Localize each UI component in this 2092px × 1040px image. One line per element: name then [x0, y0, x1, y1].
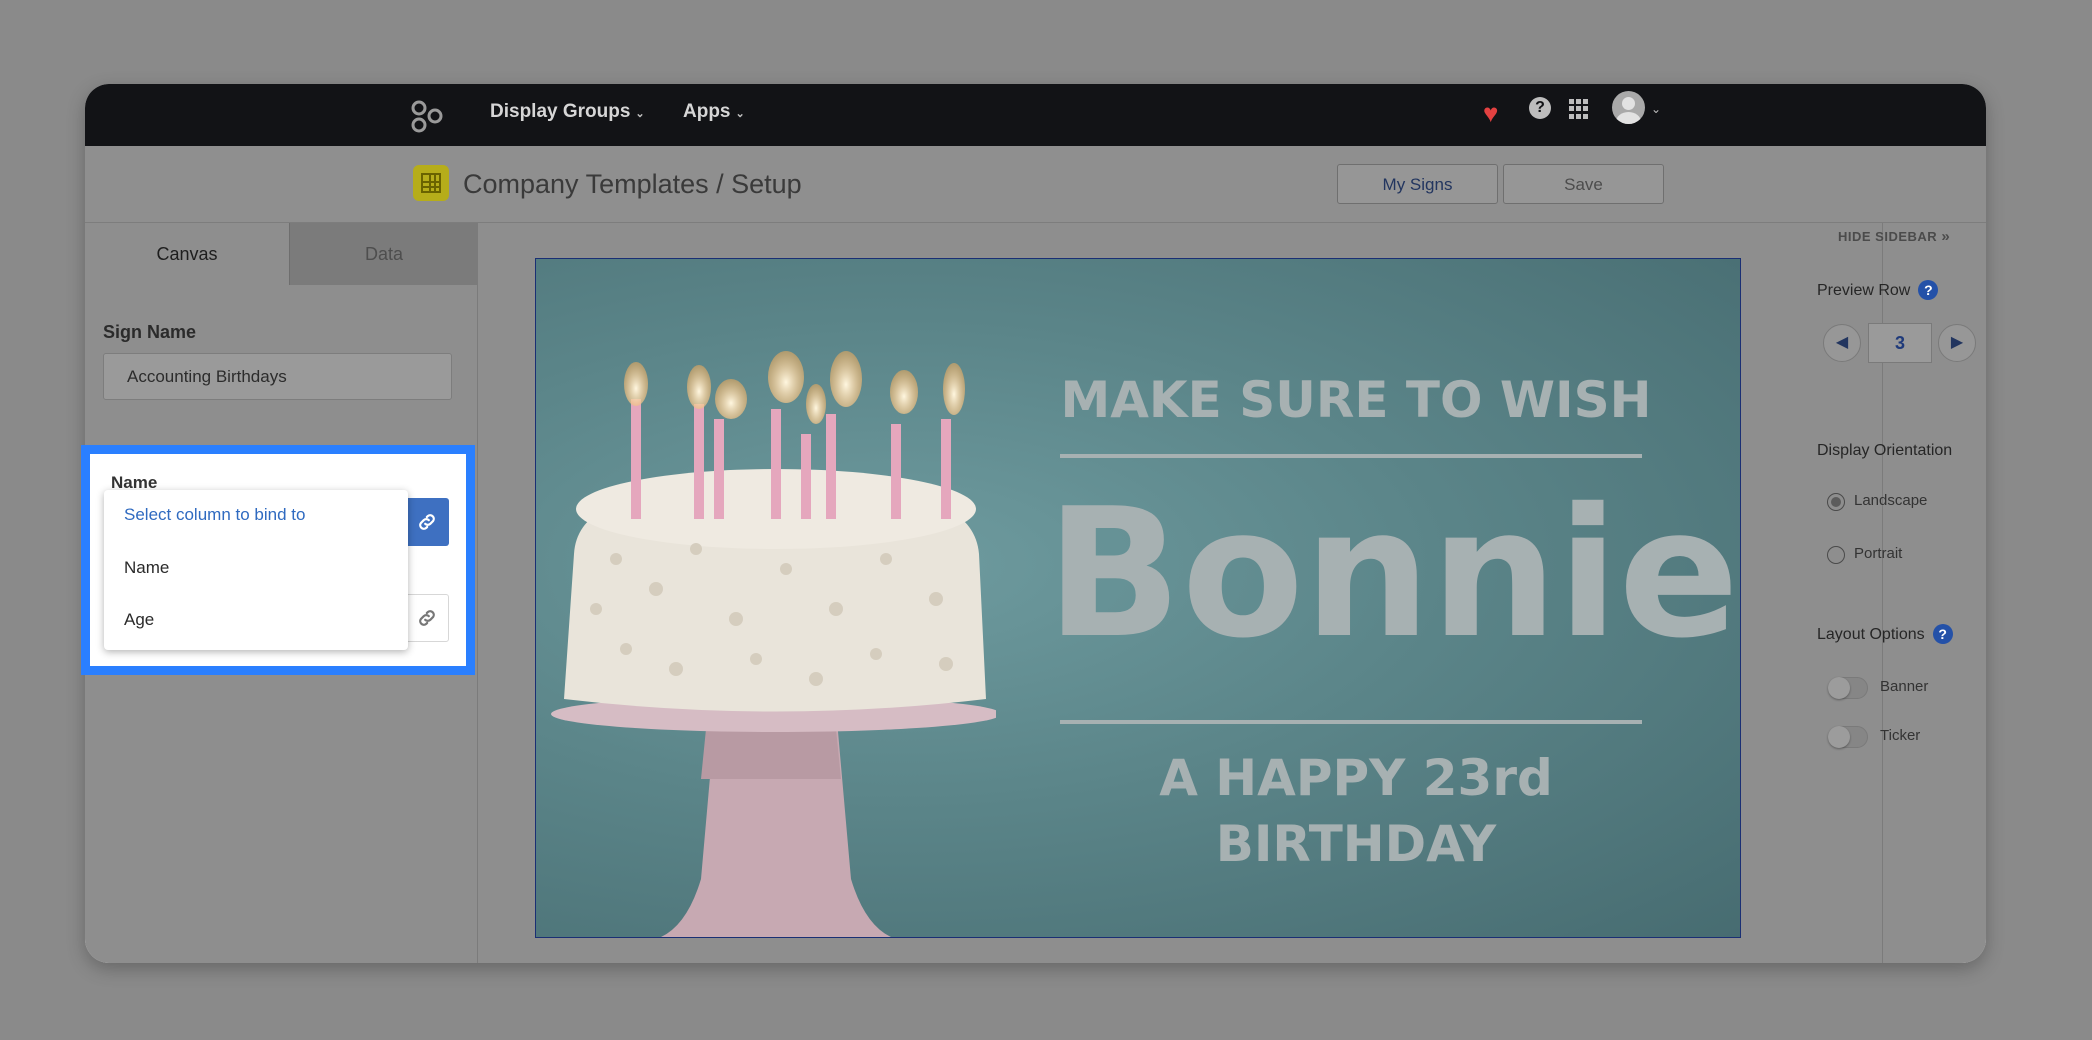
- layout-options-section: Layout Options?: [1817, 624, 1953, 644]
- sign-line-1: MAKE SURE TO WISH: [1060, 371, 1652, 429]
- page-header: Company Templates / Setup My Signs Save: [85, 146, 1986, 223]
- link-icon: [419, 610, 435, 626]
- sign-divider-bottom: [1060, 720, 1642, 724]
- orientation-portrait-label[interactable]: Portrait: [1854, 545, 1902, 562]
- orientation-portrait-radio[interactable]: [1827, 546, 1845, 564]
- help-icon[interactable]: ?: [1918, 280, 1939, 300]
- link-icon: [419, 514, 435, 530]
- birthday-cake-image: [551, 351, 996, 937]
- apps-grid-icon[interactable]: [1569, 99, 1589, 119]
- sign-preview[interactable]: MAKE SURE TO WISH Bonnie A HAPPY 23rd BI…: [535, 258, 1741, 938]
- avatar[interactable]: [1612, 91, 1645, 124]
- display-orientation-label: Display Orientation: [1817, 442, 1953, 459]
- dropdown-option-age[interactable]: Age: [124, 610, 154, 630]
- sign-name-text: Bonnie: [1046, 470, 1740, 677]
- bind-column-button-2[interactable]: [405, 594, 449, 642]
- column-select-dropdown: Select column to bind to Name Age: [104, 490, 408, 650]
- sign-name-input[interactable]: Accounting Birthdays: [103, 353, 452, 400]
- nav-apps-label: Apps: [683, 101, 731, 122]
- bind-column-button[interactable]: [405, 498, 449, 546]
- nav-display-groups-label: Display Groups: [490, 101, 631, 122]
- chevron-down-icon: ⌄: [635, 108, 645, 120]
- tab-canvas[interactable]: Canvas: [85, 223, 289, 285]
- double-chevron-right-icon: »: [1941, 228, 1951, 245]
- heart-icon[interactable]: ♥: [1483, 98, 1498, 129]
- chevron-down-icon[interactable]: ⌄: [1651, 102, 1661, 116]
- sign-divider-top: [1060, 454, 1642, 458]
- preview-row-next-button[interactable]: ▶: [1938, 324, 1976, 362]
- orientation-landscape-label[interactable]: Landscape: [1854, 492, 1927, 509]
- layout-options-label: Layout Options: [1817, 626, 1925, 643]
- page-title: Company Templates / Setup: [463, 169, 802, 199]
- preview-row-value[interactable]: 3: [1868, 323, 1932, 363]
- ticker-toggle-label: Ticker: [1880, 727, 1921, 744]
- orientation-landscape-radio[interactable]: [1827, 493, 1845, 511]
- dropdown-hint[interactable]: Select column to bind to: [124, 505, 305, 525]
- nav-apps[interactable]: Apps ⌄: [683, 101, 745, 123]
- ticker-toggle[interactable]: [1828, 726, 1868, 748]
- sign-name-label: Sign Name: [103, 322, 197, 342]
- help-icon[interactable]: ?: [1529, 97, 1551, 119]
- chevron-down-icon: ⌄: [735, 108, 745, 120]
- hide-sidebar-label: HIDE SIDEBAR: [1838, 229, 1938, 244]
- spreadsheet-app-icon: [413, 165, 449, 201]
- help-icon[interactable]: ?: [1932, 624, 1953, 644]
- dropdown-option-name[interactable]: Name: [124, 558, 169, 578]
- tab-data[interactable]: Data: [289, 223, 478, 285]
- hide-sidebar-button[interactable]: HIDE SIDEBAR »: [1838, 228, 1950, 245]
- caret-left-icon: ◀: [1835, 334, 1849, 351]
- brand-logo-icon[interactable]: [410, 99, 444, 133]
- preview-row-prev-button[interactable]: ◀: [1823, 324, 1861, 362]
- top-navbar: Display Groups ⌄ Apps ⌄ ♥ ? ⌄: [85, 84, 1986, 146]
- banner-toggle-label: Banner: [1880, 678, 1929, 695]
- caret-right-icon: ▶: [1950, 334, 1964, 351]
- preview-row-label: Preview Row: [1817, 282, 1911, 299]
- sign-line-3a: A HAPPY 23rd: [1159, 749, 1553, 807]
- nav-display-groups[interactable]: Display Groups ⌄: [490, 101, 645, 123]
- sign-line-3b: BIRTHDAY: [1215, 815, 1497, 873]
- save-button[interactable]: Save: [1503, 164, 1664, 204]
- banner-toggle[interactable]: [1828, 677, 1868, 699]
- my-signs-button[interactable]: My Signs: [1337, 164, 1498, 204]
- preview-row-section: Preview Row?: [1817, 280, 1939, 300]
